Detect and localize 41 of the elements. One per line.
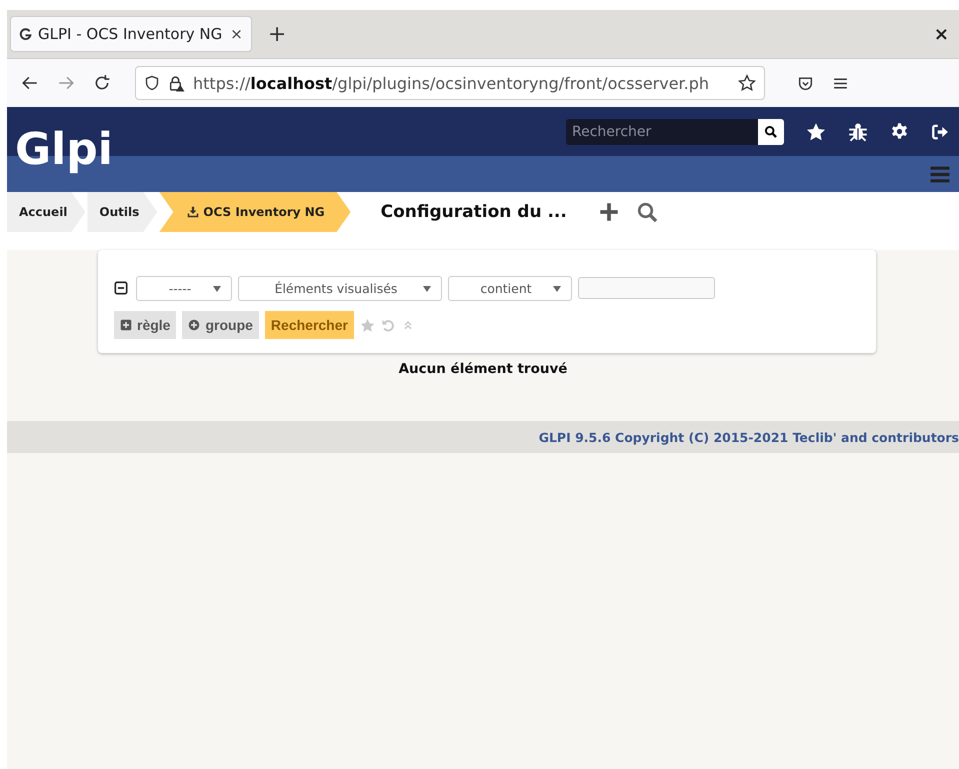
criterion-dropdown[interactable]: ----- — [136, 276, 232, 300]
url-text: https://localhost/glpi/plugins/ocsinventoryng/front/ocsserver.ph — [193, 74, 710, 92]
plus-square-icon — [120, 319, 132, 331]
search-button[interactable] — [758, 118, 784, 144]
criterion-dropdown[interactable]: contient — [448, 276, 572, 300]
pocket-icon[interactable] — [797, 74, 814, 92]
swoosh-favicon-icon — [19, 28, 32, 40]
rule-button[interactable]: règle — [114, 311, 176, 339]
add-icon[interactable] — [598, 202, 619, 222]
close-window-button[interactable]: × — [934, 24, 949, 44]
glpi-logo[interactable]: Glpi — [15, 128, 113, 172]
browser-tab[interactable]: GLPI - OCS Inventory NG × — [10, 16, 252, 52]
shield-icon — [144, 75, 160, 91]
star-icon[interactable] — [806, 122, 826, 142]
value-field[interactable] — [578, 277, 715, 299]
empty-message: Aucun élément trouvé — [398, 361, 568, 377]
search-icon — [764, 124, 778, 138]
back-icon[interactable] — [21, 74, 39, 92]
new-tab-button[interactable]: + — [268, 22, 286, 46]
bug-icon[interactable] — [848, 122, 868, 142]
address-bar[interactable]: https://localhost/glpi/plugins/ocsinventoryng/front/ocsserver.ph — [135, 66, 765, 100]
group-button[interactable]: groupe — [182, 311, 259, 339]
bookmark-star-icon[interactable] — [738, 74, 756, 92]
logout-icon[interactable] — [931, 122, 949, 140]
criterion-dropdown[interactable]: Éléments visualisés — [238, 276, 442, 300]
reload-icon[interactable] — [93, 74, 111, 92]
global-search-field[interactable]: Rechercher — [566, 118, 758, 144]
search-button[interactable]: Rechercher — [264, 311, 354, 339]
settings-icon[interactable] — [890, 122, 909, 141]
remove-criterion-icon[interactable] — [114, 281, 128, 295]
breadcrumb-link[interactable]: Outils — [87, 192, 158, 232]
breadcrumb-link[interactable]: OCS Inventory NG — [159, 192, 351, 232]
plus-circle-icon — [188, 319, 200, 331]
search-icon[interactable] — [636, 202, 658, 222]
page-title: Configuration du ... — [380, 202, 567, 222]
forward-icon[interactable] — [57, 74, 75, 92]
save-star-icon[interactable] — [360, 318, 375, 332]
lock-warning-icon — [168, 74, 185, 92]
tab-title: GLPI - OCS Inventory NG — [38, 25, 222, 43]
breadcrumb-link[interactable]: Accueil — [7, 192, 86, 232]
close-tab-button[interactable]: × — [230, 25, 243, 43]
